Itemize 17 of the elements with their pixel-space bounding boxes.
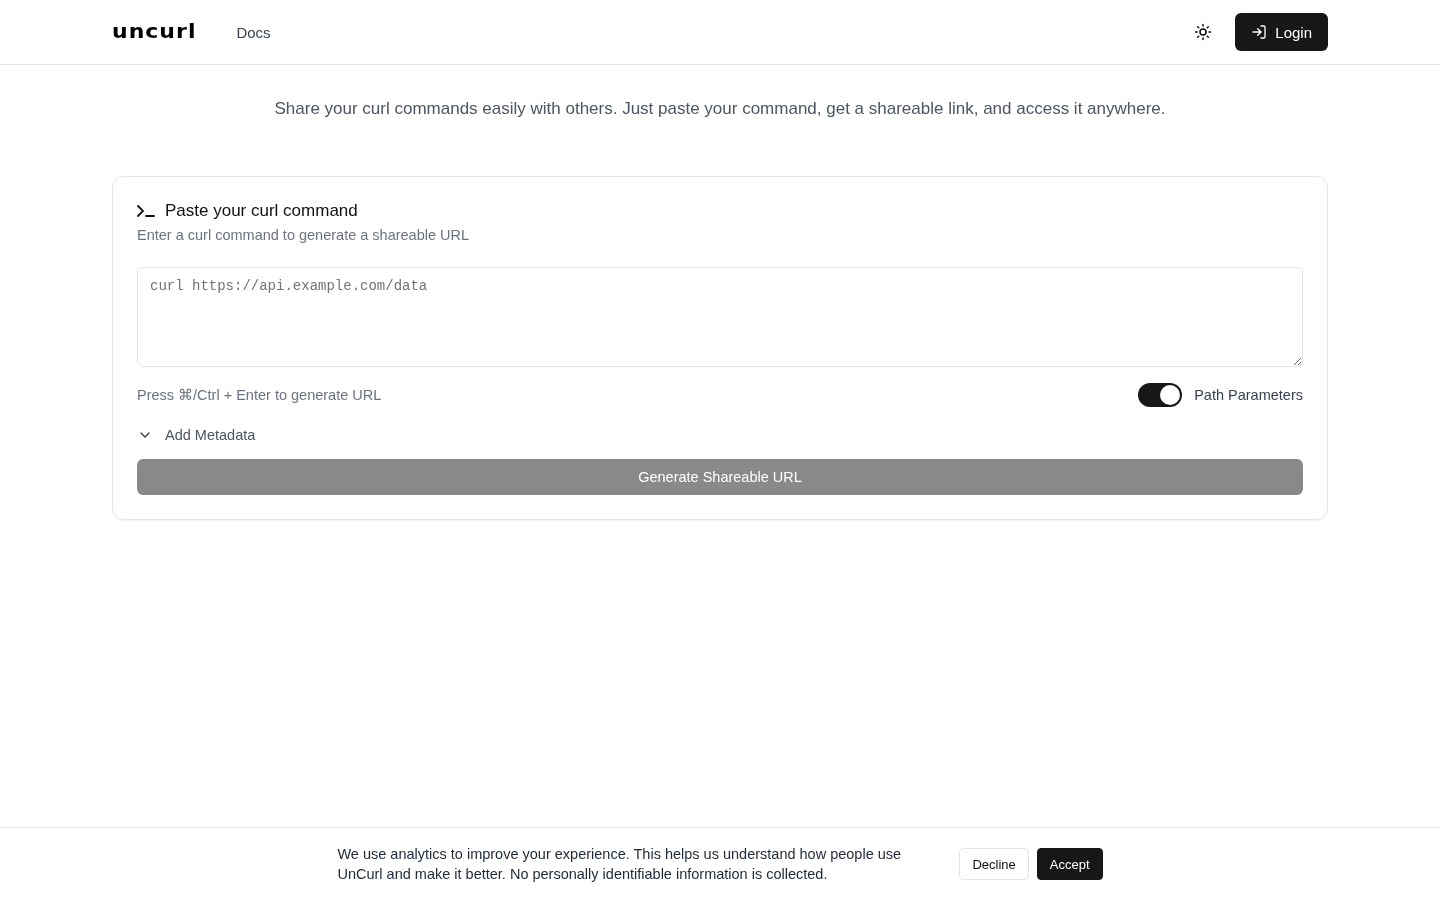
sign-in-icon bbox=[1251, 24, 1268, 40]
nav-link[interactable]: Docs bbox=[236, 23, 271, 41]
analytics-notice: We use analytics to improve your experience. This helps us understand how people use UnCurl and make it better. No personally identifiable information is collected. bbox=[337, 845, 903, 884]
curl-input-field[interactable]: curl https://api.example.com/data bbox=[137, 267, 1303, 367]
sun-icon bbox=[1194, 23, 1213, 41]
login-button[interactable]: Login bbox=[1235, 13, 1328, 51]
add-metadata-toggle[interactable]: Add Metadata bbox=[137, 427, 256, 443]
card-subtitle: Enter a curl command to generate a shareable URL bbox=[137, 227, 471, 243]
switch-label: Path Parameters bbox=[1194, 387, 1303, 403]
accept-button[interactable]: Accept bbox=[1036, 848, 1103, 880]
decline-button[interactable]: Decline bbox=[959, 848, 1029, 880]
path-parameters-switch[interactable] bbox=[1138, 383, 1183, 407]
shortcut-hint: Press ⌘/Ctrl + Enter to generate URL bbox=[137, 387, 382, 403]
tagline: Share your curl commands easily with others. Just paste your command, get a shareable link, and access it anywhere. bbox=[273, 99, 1167, 119]
terminal-icon bbox=[137, 204, 155, 218]
card-title: Paste your curl command bbox=[165, 201, 358, 221]
logo[interactable]: uncurl bbox=[112, 22, 197, 42]
